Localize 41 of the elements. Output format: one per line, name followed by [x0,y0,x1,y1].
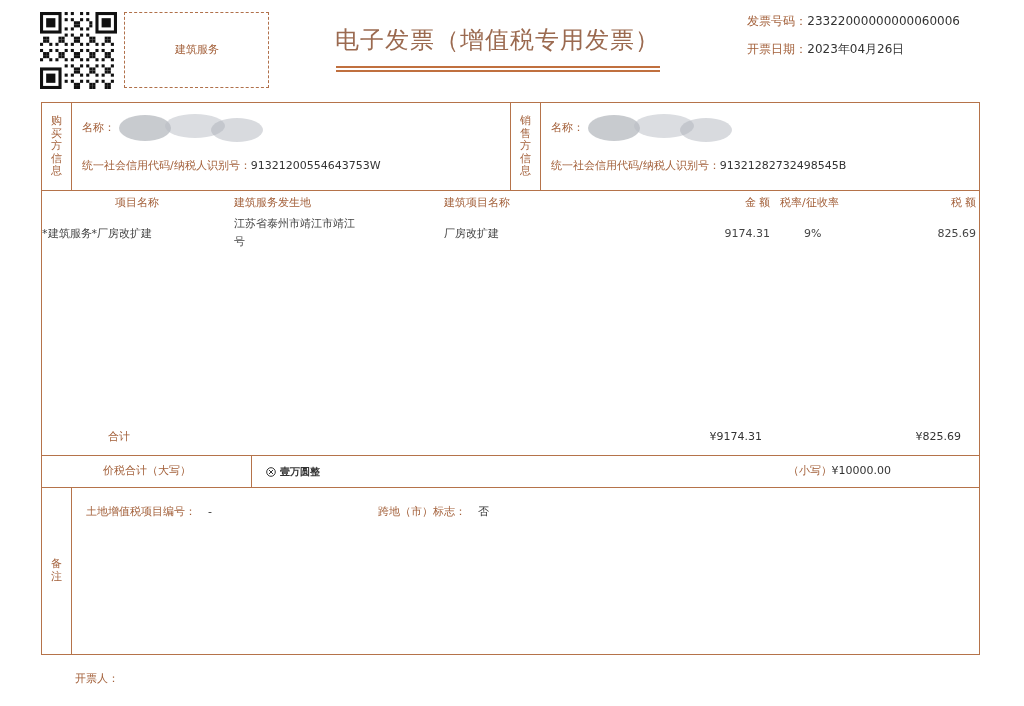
field-label: 统一社会信用代码/纳税人识别号： [551,158,720,175]
field-label: 跨地（市）标志： [378,504,466,520]
table-cell-text: 825.69 [936,225,976,242]
field-value: 23322000000000060006 [807,13,960,30]
cross-circle-icon [266,466,276,477]
table-cell-text: 号 [234,234,246,250]
column-header: 建筑服务发生地 [233,195,312,211]
field-value: 91321200554643753W [250,158,381,175]
field-label: 价税合计（大写） [102,463,191,480]
column-header: 税 额 [949,195,977,211]
field-label: 统一社会信用代码/纳税人识别号： [82,158,251,175]
field-label: 名称： [551,120,584,136]
field-value: - [208,504,212,520]
field-label: 土地增值税项目编号： [86,504,196,520]
table-cell-text: 厂房改扩建 [444,225,500,242]
side-label: 备注 [51,558,62,584]
category-stamp: 建筑服务 [124,12,269,88]
field-value: 2023年04月26日 [807,41,905,58]
column-header: 税率/征收率 [779,195,840,211]
total-amount: ¥9174.31 [708,428,763,445]
invoice-title: 电子发票（增值税专用发票） [335,25,660,56]
field-value: 否 [478,504,489,520]
table-cell-text: 9% [804,225,823,242]
total-tax: ¥825.69 [914,428,962,445]
column-header: 建筑项目名称 [443,195,511,211]
amount-in-figures: ¥10000.00 [831,463,891,480]
side-label: 销售方信息 [520,114,531,179]
field-label: （小写） [787,463,832,480]
field-label: 开票日期： [747,41,808,58]
field-label: 开票人： [75,672,119,685]
column-header: 金 额 [743,195,771,211]
amount-in-words: 壹万圆整 [280,465,320,479]
field-label: 名称： [82,120,115,136]
field-value: 91321282732498545B [719,158,847,175]
table-cell-text: 9174.31 [723,225,770,242]
total-label: 合计 [107,428,131,445]
column-header: 项目名称 [114,195,160,211]
table-cell-text: *建筑服务*厂房改扩建 [42,225,153,242]
table-cell-text: 江苏省泰州市靖江市靖江 [234,215,356,232]
side-label: 购买方信息 [51,114,62,179]
field-label: 发票号码： [747,13,808,30]
